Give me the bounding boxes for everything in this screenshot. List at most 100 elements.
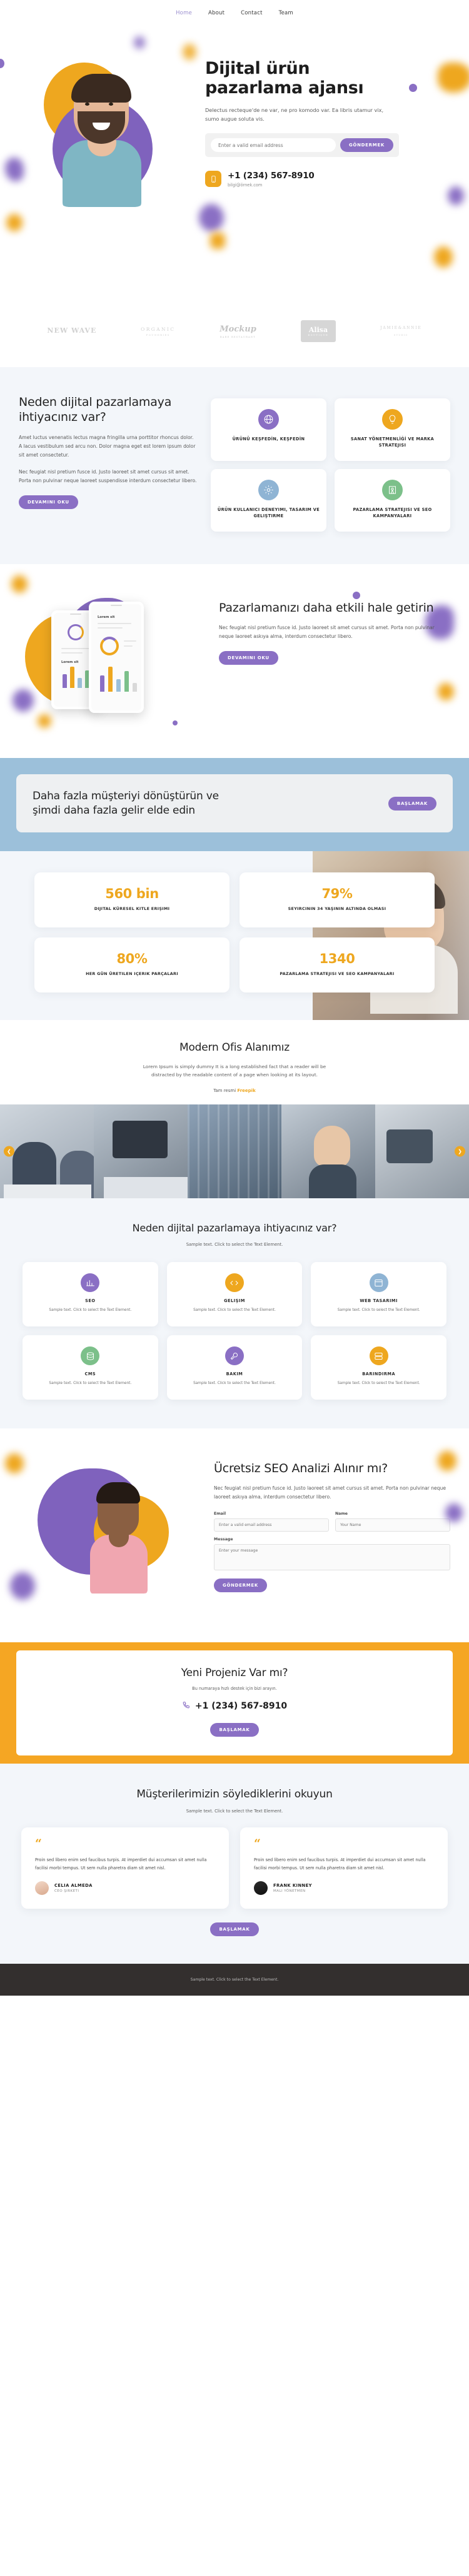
testimonial-text: Proin sed libero enim sed faucibus turpi… <box>35 1857 207 1871</box>
stat-caption: PAZARLAMA STRATEJISI VE SEO KAMPANYALARI <box>280 971 395 977</box>
cta-title: Daha fazla müşteriyi dönüştürün ve şimdi… <box>33 789 219 817</box>
stat-card: 80% HER GÜN ÜRETILEN IÇERIK PARÇALARI <box>34 937 229 993</box>
read-more-button[interactable]: DEVAMINI OKU <box>219 650 278 665</box>
start-button[interactable]: BAŞLAMAK <box>388 796 436 811</box>
contact-info: +1 (234) 567-8910 bilgi@örnek.com <box>205 171 451 188</box>
read-more-button[interactable]: DEVAMINI OKU <box>19 495 78 509</box>
office-gallery-section: Modern Ofis Alanımız Lorem Ipsum is simp… <box>0 1020 469 1198</box>
gallery-slide[interactable] <box>281 1104 375 1198</box>
service-card[interactable]: GELIŞIM Sample text. Click to select the… <box>166 1262 303 1327</box>
stat-value: 80% <box>116 951 148 967</box>
email-address[interactable]: bilgi@örnek.com <box>228 183 315 188</box>
email-input[interactable] <box>211 138 336 153</box>
phone-back-label: Lorem sit <box>61 660 79 664</box>
service-title: BARINDIRMA <box>362 1371 396 1377</box>
app-mockup-area: Lorem sit Lorem sit <box>19 594 206 725</box>
database-icon <box>81 1346 100 1366</box>
testimonial-card: “ Proin sed libero enim sed faucibus tur… <box>240 1827 448 1909</box>
service-card[interactable]: SEO Sample text. Click to select the Tex… <box>23 1262 158 1327</box>
service-card[interactable]: WEB TASARIMI Sample text. Click to selec… <box>311 1262 446 1327</box>
logo-new-wave: NEW WAVE <box>47 326 97 335</box>
hero-image-area <box>18 26 205 295</box>
globe-icon <box>258 409 279 430</box>
feature-card[interactable]: PAZARLAMA STRATEJISI VE SEO KAMPANYALARI <box>335 468 450 532</box>
testimonial-text: Proin sed libero enim sed faucibus turpi… <box>254 1857 426 1871</box>
email-label: Email <box>214 1512 226 1517</box>
portrait-person <box>58 73 146 207</box>
feature-card-label: SANAT YÖNETMENLİĞİ VE MARKA STRATEJISI <box>350 437 435 448</box>
seo-paragraph: Nec feugiat nisl pretium fusce id. Justo… <box>214 1485 446 1500</box>
seo-contact-form: Email Name Message <box>214 1512 450 1571</box>
feature-card[interactable]: SANAT YÖNETMENLİĞİ VE MARKA STRATEJISI <box>335 398 450 461</box>
services-section: Neden dijital pazarlamaya ihtiyacınız va… <box>0 1198 469 1429</box>
client-logos-strip: NEW WAVE ORGANIC FOUNDRIES Mockup BARE R… <box>0 295 469 367</box>
office-credit: Tam resmi Freepik <box>213 1088 256 1093</box>
cta-phone[interactable]: +1 (234) 567-8910 <box>29 1701 440 1712</box>
stat-caption: DIJITAL KÜRESEL KITLE ERIŞIMI <box>94 906 170 912</box>
testimonials-subtitle: Sample text. Click to select the Text El… <box>186 1808 283 1814</box>
map-pin-icon <box>382 479 403 500</box>
phone-number[interactable]: +1 (234) 567-8910 <box>228 171 315 181</box>
landing-page: Home About Contact Team Dijital ürün paz… <box>0 0 469 1996</box>
service-desc: Sample text. Click to select the Text El… <box>193 1308 276 1313</box>
section-title: Müşterilerimizin söylediklerini okuyun <box>136 1787 333 1801</box>
feature-card[interactable]: ÜRÜN KULLANICI DENEYIMI, TASARIM VE GELI… <box>211 468 326 532</box>
message-label: Message <box>214 1537 233 1542</box>
service-card[interactable]: BARINDIRMA Sample text. Click to select … <box>311 1335 446 1400</box>
submit-button[interactable]: GÖNDERMEK <box>340 138 393 153</box>
seo-image-area <box>19 1456 200 1612</box>
service-title: GELIŞIM <box>224 1298 245 1304</box>
footer-text: Sample text. Click to select the Text El… <box>190 1977 279 1983</box>
email-field[interactable] <box>214 1518 329 1532</box>
name-field-group: Name <box>335 1512 450 1532</box>
form-submit-button[interactable]: GÖNDERMEK <box>214 1578 268 1593</box>
gallery-slide[interactable] <box>188 1104 281 1198</box>
logo-mockup: Mockup BARE RESTAURANT <box>219 324 256 338</box>
decorative-blob <box>0 59 4 68</box>
feature-card[interactable]: ÜRÜNÜ KEŞFEDİN, KEŞFEDİN <box>211 398 326 461</box>
stat-card: 79% SEYIRCININ 34 YAŞININ ALTINDA OLMASI <box>240 872 435 928</box>
left-arrow-icon[interactable]: ❮ <box>4 1146 14 1157</box>
gallery-slide[interactable] <box>94 1104 188 1198</box>
name-label: Name <box>335 1512 348 1517</box>
lightbulb-icon <box>382 409 403 430</box>
cta-subtitle: Bu numaraya hızlı destek için bizi arayı… <box>192 1685 277 1691</box>
section-title: Neden dijital pazarlamaya ihtiyacınız va… <box>19 395 172 425</box>
gear-icon <box>258 479 279 500</box>
why-paragraph-2: Nec feugiat nisl pretium fusce id. Justo… <box>19 468 197 483</box>
service-desc: Sample text. Click to select the Text El… <box>49 1308 132 1313</box>
logo-organic: ORGANIC FOUNDRIES <box>141 326 176 336</box>
name-field[interactable] <box>335 1518 450 1532</box>
section-title: Modern Ofis Alanımız <box>179 1041 290 1054</box>
start-button[interactable]: BAŞLAMAK <box>210 1722 259 1737</box>
service-card[interactable]: CMS Sample text. Click to select the Tex… <box>23 1335 158 1400</box>
hero-portrait <box>30 63 161 219</box>
statistics-section: 560 bin DIJITAL KÜRESEL KITLE ERIŞIMI 79… <box>0 851 469 1021</box>
avatar <box>254 1881 268 1896</box>
phone-front-label: Lorem sit <box>98 615 115 619</box>
nav-item-contact[interactable]: Contact <box>241 10 262 16</box>
office-gallery: ❮ ❯ <box>0 1104 469 1198</box>
testimonials-section: Müşterilerimizin söylediklerini okuyun S… <box>0 1763 469 1964</box>
message-field[interactable] <box>214 1544 450 1571</box>
nav-item-home[interactable]: Home <box>176 10 192 16</box>
service-title: CMS <box>84 1371 96 1377</box>
office-lead: Lorem Ipsum is simply dummy It is a long… <box>143 1064 326 1078</box>
right-arrow-icon[interactable]: ❯ <box>455 1146 465 1157</box>
testimonial-role: MALI YÖNETMEN <box>273 1889 306 1894</box>
conversion-cta-section: Daha fazla müşteriyi dönüştürün ve şimdi… <box>0 757 469 852</box>
freepik-link[interactable]: Freepik <box>237 1088 255 1093</box>
chart-icon <box>81 1273 100 1293</box>
nav-item-team[interactable]: Team <box>279 10 293 16</box>
nav-item-about[interactable]: About <box>208 10 224 16</box>
testimonial-author: FRANK KINNEY <box>273 1883 312 1889</box>
stat-value: 79% <box>321 886 353 902</box>
phone-icon <box>182 1701 190 1712</box>
cta-phone-number: +1 (234) 567-8910 <box>194 1701 288 1712</box>
service-card[interactable]: BAKIM Sample text. Click to select the T… <box>166 1335 303 1400</box>
start-button[interactable]: BAŞLAMAK <box>210 1922 259 1937</box>
quote-icon: “ <box>254 1836 261 1851</box>
service-title: SEO <box>85 1298 96 1304</box>
layout-icon <box>369 1273 388 1293</box>
feature-card-label: PAZARLAMA STRATEJISI VE SEO KAMPANYALARI <box>353 507 432 518</box>
